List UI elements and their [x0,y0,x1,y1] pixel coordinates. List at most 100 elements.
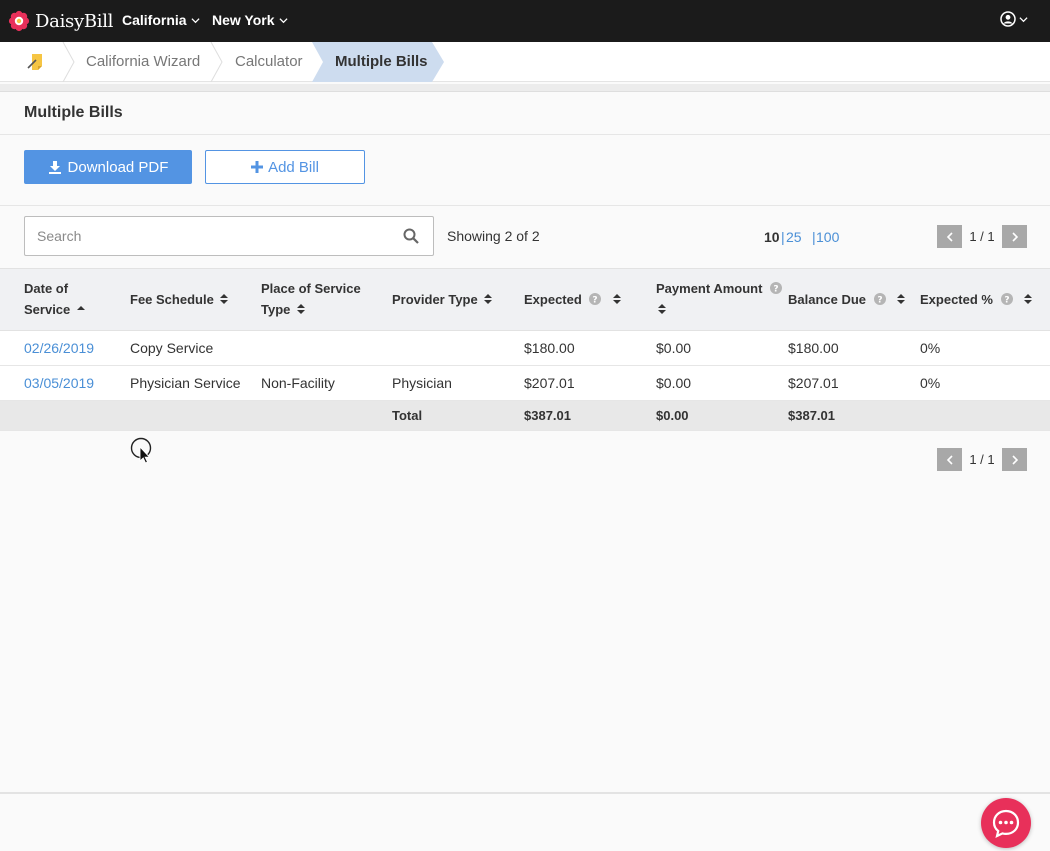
sort-icon [658,304,666,314]
user-menu[interactable] [1000,11,1028,27]
chevron-left-icon [946,454,953,465]
download-pdf-button[interactable]: Download PDF [24,150,192,184]
breadcrumb-separator [62,42,75,82]
divider [0,134,1050,135]
chevron-right-icon [1011,231,1018,242]
chevron-down-icon [1019,16,1028,22]
mouse-cursor-icon [130,437,152,464]
col-date-of-service[interactable]: Date of Service [24,278,85,320]
chat-widget-button[interactable] [981,798,1031,848]
prev-page-button[interactable] [937,225,962,248]
chevron-down-icon [278,17,288,23]
page-indicator: 1 / 1 [969,229,995,244]
pagination-top: 1 / 1 [937,225,1027,248]
sort-icon [297,304,306,314]
payment-amount-cell: $0.00 [656,375,692,391]
col-payment-amount-label: Payment Amount [656,281,763,296]
per-page-10[interactable]: 10 [764,229,780,245]
help-icon[interactable]: ? [1000,293,1013,306]
nav-menu-california[interactable]: California [122,12,200,28]
col-payment-amount[interactable]: Payment Amount ? [656,278,783,320]
table-row: 03/05/2019 Physician Service Non-Facilit… [0,366,1050,401]
expected-percent-cell: 0% [920,340,941,356]
col-fee-schedule[interactable]: Fee Schedule [130,289,229,310]
top-navbar: DaisyBill California New York [0,0,1050,42]
help-icon[interactable]: ? [770,282,783,294]
page-title: Multiple Bills [24,104,123,121]
per-page-25[interactable]: 25 [786,229,802,245]
col-fee-schedule-label: Fee Schedule [130,292,214,307]
next-page-button[interactable] [1002,225,1027,248]
download-pdf-label: Download PDF [67,158,169,176]
pagination-bottom: 1 / 1 [937,448,1027,471]
per-page-100[interactable]: 100 [816,229,839,245]
date-link[interactable]: 02/26/2019 [24,340,94,356]
add-bill-label: Add Bill [268,158,319,176]
per-page-separator: | [781,229,785,245]
user-circle-icon [1000,11,1016,27]
next-page-button[interactable] [1002,448,1027,471]
col-provider-type-label: Provider Type [392,292,478,307]
breadcrumb-calculator[interactable]: Calculator [235,42,303,82]
breadcrumb-california-wizard[interactable]: California Wizard [86,42,200,82]
sort-icon [220,294,229,304]
chevron-down-icon [191,17,200,23]
sort-icon [613,294,622,304]
search-icon[interactable] [403,228,419,244]
svg-text:?: ? [877,296,882,306]
expected-cell: $207.01 [524,375,575,391]
date-of-service-cell[interactable]: 03/05/2019 [24,366,94,401]
fee-schedule-cell: Copy Service [130,340,214,356]
date-link[interactable]: 03/05/2019 [24,375,94,391]
col-expected[interactable]: Expected ? [524,289,622,310]
brand-name: DaisyBill [35,10,114,32]
sort-ascending-icon [76,306,85,310]
nav-menu-new-york[interactable]: New York [212,12,288,28]
home-wand-icon[interactable] [26,52,46,72]
svg-text:?: ? [593,296,598,306]
page-indicator: 1 / 1 [969,452,995,467]
brand-logo[interactable]: DaisyBill [8,10,113,32]
chat-bubble-icon [992,809,1020,838]
col-balance-due-label: Balance Due [788,292,867,307]
table-header: Date of Service Fee Schedule Place of Se… [0,268,1050,331]
table-total-row: Total $387.01 $0.00 $387.01 [0,401,1050,431]
svg-text:?: ? [1004,296,1009,306]
table-row: 02/26/2019 Copy Service $180.00 $0.00 $1… [0,331,1050,366]
col-date-label-1: Date of [24,281,69,296]
col-provider-type[interactable]: Provider Type [392,289,493,310]
balance-due-cell: $180.00 [788,340,839,356]
daisy-flower-icon [8,10,30,32]
nav-menu-california-label: California [122,12,187,28]
plus-icon [251,161,264,173]
breadcrumb-separator [210,42,223,82]
col-balance-due[interactable]: Balance Due ? [788,289,906,310]
search-input[interactable] [25,217,395,255]
sort-icon [1024,294,1033,304]
date-of-service-cell[interactable]: 02/26/2019 [24,331,94,366]
breadcrumb-multiple-bills: Multiple Bills [335,53,428,70]
expected-cell: $180.00 [524,340,575,356]
divider [0,205,1050,206]
col-expected-label: Expected [524,292,582,307]
col-expected-percent[interactable]: Expected % ? [920,289,1033,310]
fee-schedule-cell: Physician Service [130,375,241,391]
header-divider [0,84,1050,92]
col-place-of-service-type[interactable]: Place of Service Type [261,278,361,320]
col-expected-percent-label: Expected % [920,292,993,307]
breadcrumb: California Wizard Calculator Multiple Bi… [0,42,1050,82]
col-pos-label-1: Place of Service [261,281,361,296]
help-icon[interactable]: ? [589,293,602,306]
help-icon[interactable]: ? [873,293,886,306]
sort-icon [897,294,906,304]
prev-page-button[interactable] [937,448,962,471]
search-box [24,216,434,256]
sort-icon [484,294,493,304]
main-panel: Multiple Bills Download PDF Add Bill Sho… [0,92,1050,792]
place-of-service-cell: Non-Facility [261,375,335,391]
add-bill-button[interactable]: Add Bill [205,150,365,184]
expected-percent-cell: 0% [920,375,941,391]
download-icon [48,161,61,174]
total-label: Total [392,408,423,423]
payment-amount-cell: $0.00 [656,340,692,356]
